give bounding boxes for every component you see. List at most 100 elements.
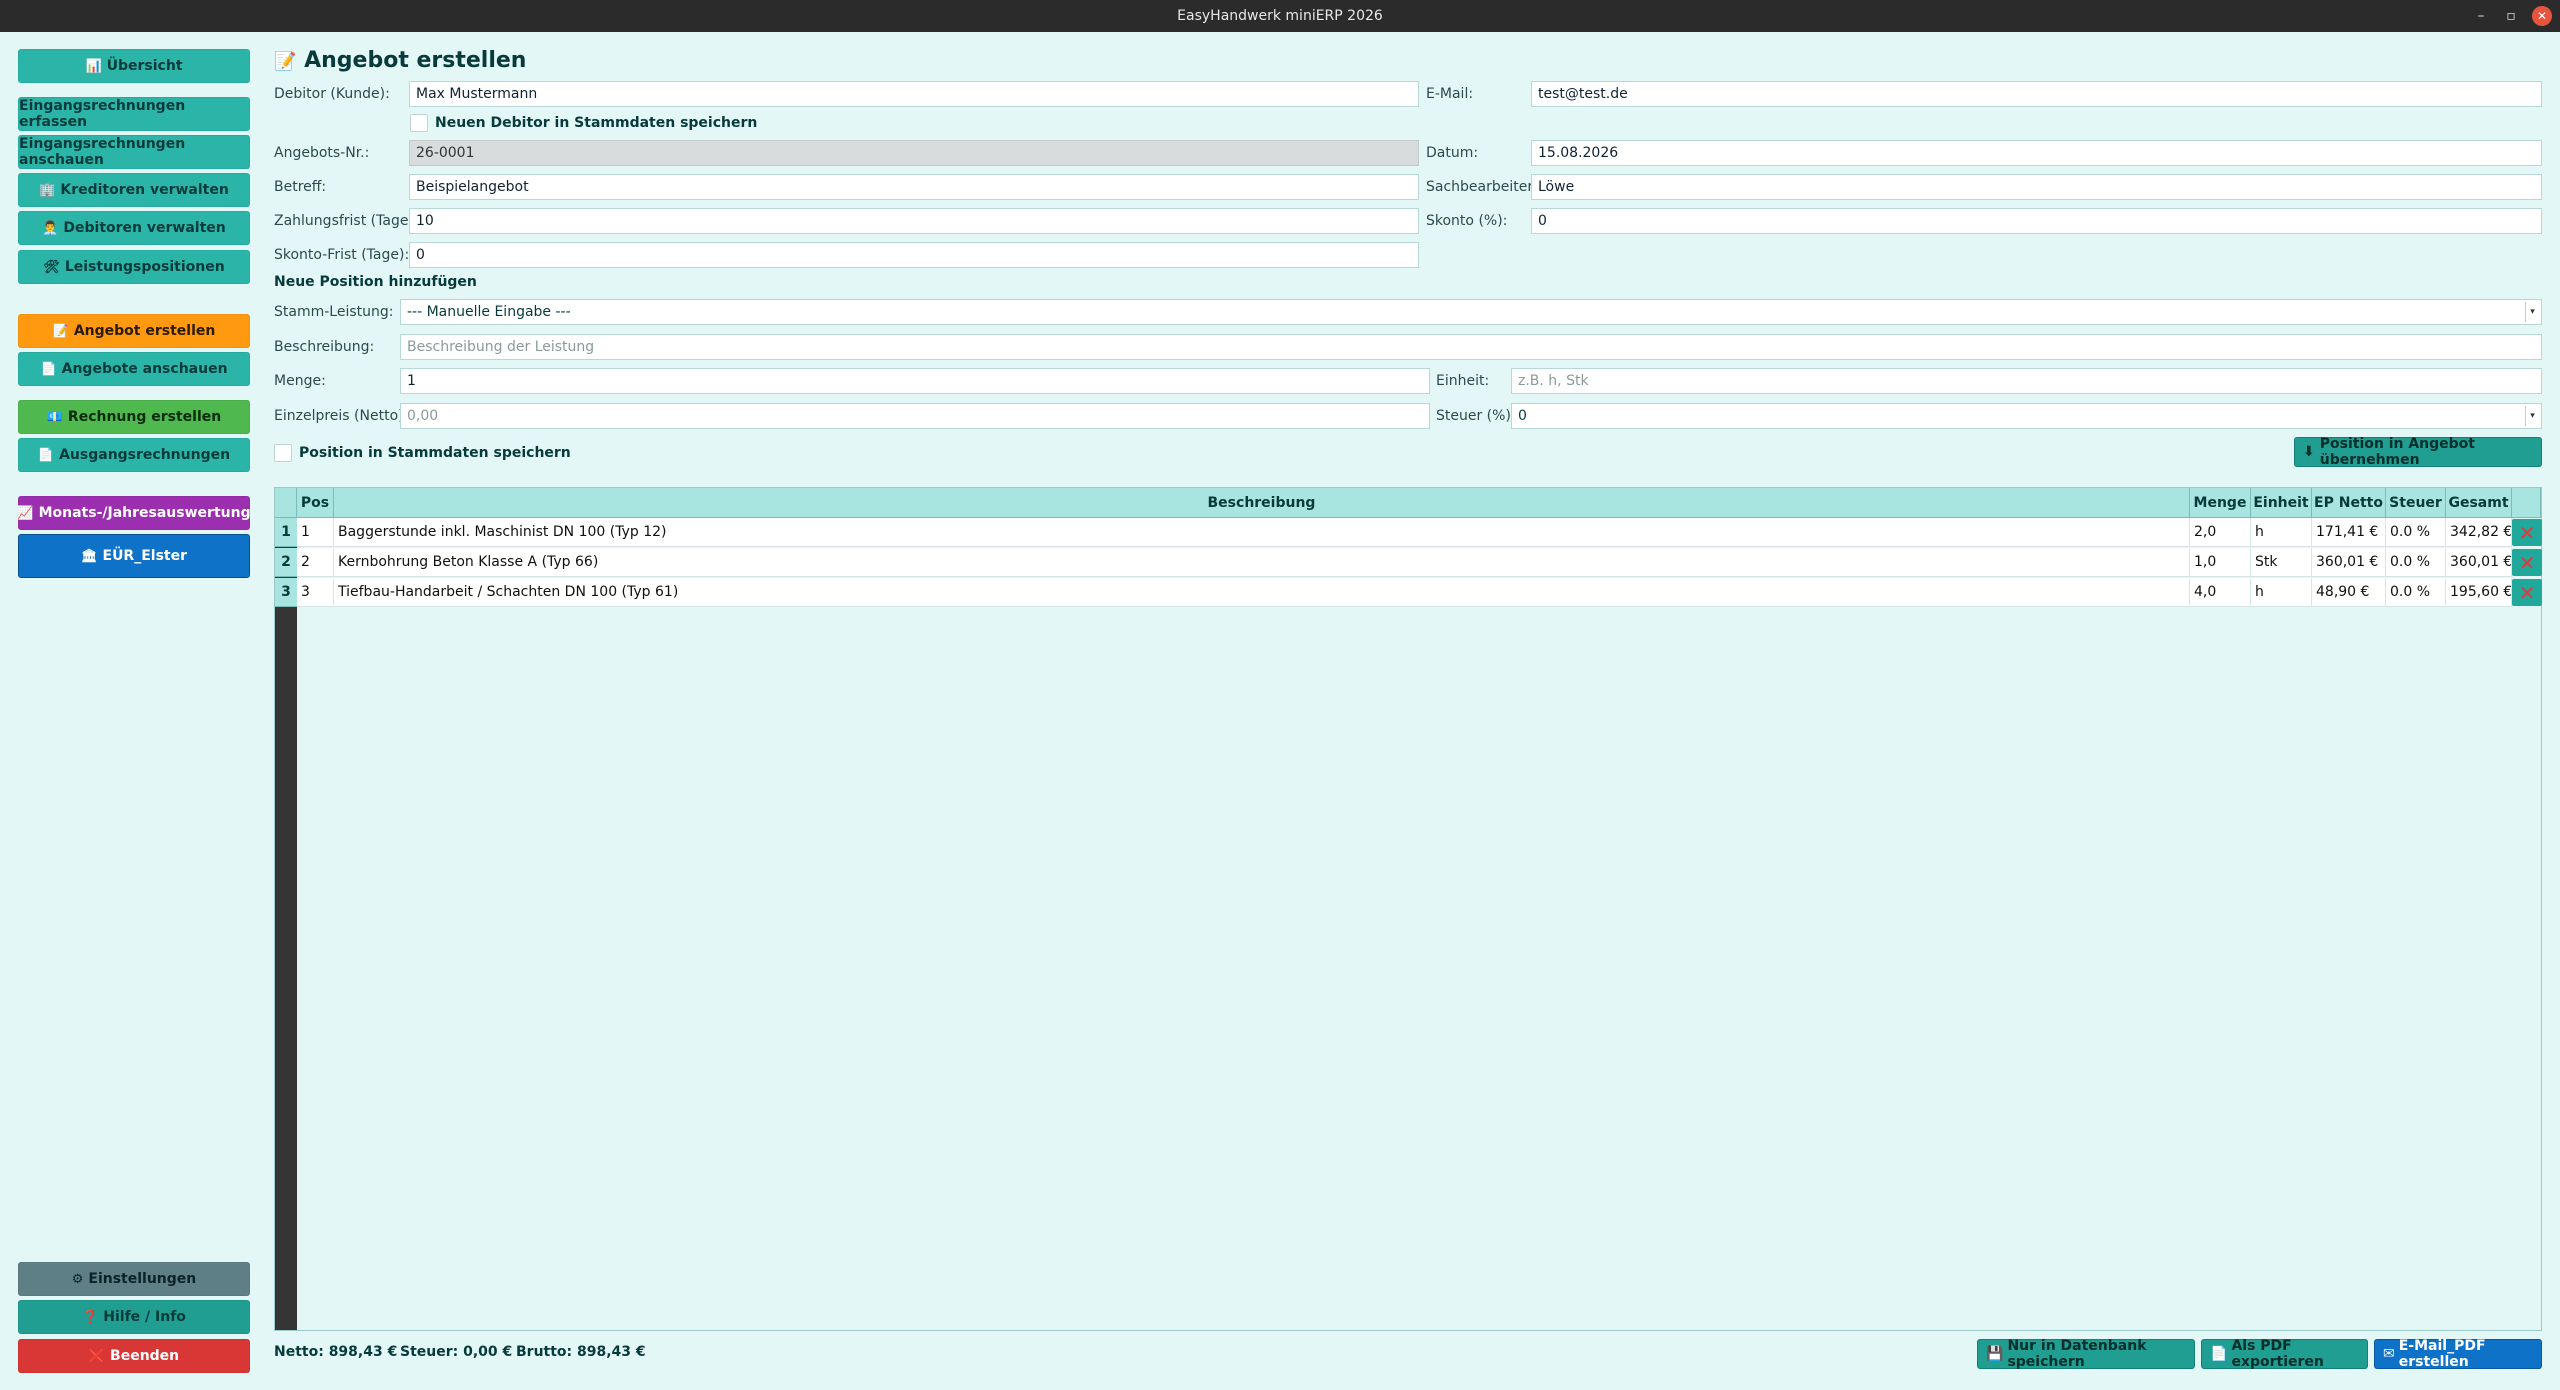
nav-eur-button[interactable]: 🏛 EÜR_Elster	[18, 534, 250, 578]
nav-outgoing-button[interactable]: 📄 Ausgangsrechnungen	[18, 438, 250, 472]
nav-incoming-view-button[interactable]: Eingangsrechnungen anschauen	[18, 135, 250, 169]
add-position-label: Position in Angebot übernehmen	[2319, 436, 2475, 468]
save-debtor-label: Neuen Debitor in Stammdaten speichern	[435, 115, 758, 131]
page-title-text: Angebot erstellen	[304, 48, 527, 73]
close-icon: ✕	[2518, 580, 2536, 605]
gear-icon: ⚙	[71, 1271, 84, 1287]
save-db-button[interactable]: 💾 Nur in Datenbank speichern	[1977, 1338, 2195, 1370]
delete-row-button[interactable]: ✕	[2512, 519, 2542, 546]
clerk-input[interactable]	[1531, 174, 2542, 200]
quantity-label: Menge:	[274, 373, 326, 389]
discount-input[interactable]	[1531, 208, 2542, 234]
table-row-header-column	[275, 488, 297, 1330]
date-label: Datum:	[1426, 145, 1479, 161]
save-debtor-checkbox[interactable]	[410, 114, 428, 132]
discount-label: Skonto (%):	[1426, 213, 1508, 229]
question-icon: ❓	[82, 1309, 99, 1325]
close-icon: ✕	[2518, 520, 2536, 545]
nav-incoming-capture-label: Eingangsrechnungen erfassen	[19, 98, 186, 130]
envelope-icon: ✉	[2383, 1346, 2395, 1362]
chart-icon: 📊	[85, 58, 102, 74]
building-icon: 🏢	[39, 182, 56, 198]
unit-input[interactable]	[1511, 368, 2542, 394]
total-tax: Steuer: 0,00 €	[400, 1344, 513, 1360]
email-pdf-button[interactable]: ✉ E-Mail_PDF erstellen	[2374, 1338, 2542, 1370]
row-number: 2	[275, 548, 297, 577]
export-pdf-label: Als PDF exportieren	[2231, 1338, 2324, 1370]
nav-settings-button[interactable]: ⚙ Einstellungen	[18, 1262, 250, 1296]
window-titlebar: EasyHandwerk miniERP 2026 – ▫ ✕	[0, 0, 2560, 32]
nav-offers-view-button[interactable]: 📄 Angebote anschauen	[18, 352, 250, 386]
subject-input[interactable]	[409, 174, 1419, 200]
minimize-icon[interactable]: –	[2466, 8, 2496, 24]
page-title: 📝 Angebot erstellen	[274, 48, 526, 73]
cross-icon: ❌	[88, 1348, 106, 1364]
nav-evaluation-label: Monats-/Jahresauswertung	[38, 505, 251, 521]
delete-row-button[interactable]: ✕	[2512, 579, 2542, 606]
offer-no-input	[409, 140, 1419, 166]
cell-unit: Stk	[2251, 548, 2312, 577]
email-input[interactable]	[1531, 81, 2542, 107]
nav-offer-create-button[interactable]: 📝 Angebot erstellen	[18, 314, 250, 348]
price-label: Einzelpreis (Netto):	[274, 408, 409, 424]
cell-unit: h	[2251, 578, 2312, 607]
money-icon: 💶	[46, 409, 63, 425]
col-header-ep-netto[interactable]: EP Netto	[2312, 488, 2386, 518]
person-icon: 👨‍💼	[42, 220, 59, 236]
nav-creditors-button[interactable]: 🏢 Kreditoren verwalten	[18, 173, 250, 207]
date-input[interactable]	[1531, 140, 2542, 166]
nav-services-label: Leistungspositionen	[64, 259, 225, 275]
email-label: E-Mail:	[1426, 86, 1474, 102]
nav-overview-button[interactable]: 📊 Übersicht	[18, 49, 250, 83]
clerk-label: Sachbearbeiter:	[1426, 179, 1538, 195]
cell-tax: 0.0 %	[2386, 578, 2446, 607]
master-service-select[interactable]: --- Manuelle Eingabe --- ▾	[400, 299, 2542, 325]
master-service-value: --- Manuelle Eingabe ---	[407, 304, 571, 320]
save-position-checkbox[interactable]	[274, 444, 292, 462]
debtor-input[interactable]	[409, 81, 1419, 107]
col-header-tax[interactable]: Steuer	[2386, 488, 2446, 518]
close-icon[interactable]: ✕	[2532, 6, 2552, 26]
nav-eur-label: EÜR_Elster	[102, 548, 188, 564]
nav-help-label: Hilfe / Info	[103, 1309, 186, 1325]
memo-icon: 📝	[52, 323, 69, 339]
chevron-down-icon: ▾	[2525, 406, 2539, 426]
close-icon: ✕	[2518, 550, 2536, 575]
discount-term-input[interactable]	[409, 242, 1419, 268]
tax-value: 0	[1518, 408, 1527, 424]
col-header-total[interactable]: Gesamt	[2446, 488, 2512, 518]
add-position-button[interactable]: ⬇ Position in Angebot übernehmen	[2294, 436, 2542, 468]
row-number: 1	[275, 518, 297, 547]
nav-services-button[interactable]: 🛠 Leistungspositionen	[18, 250, 250, 284]
cell-pos: 1	[297, 518, 334, 547]
col-header-pos[interactable]: Pos	[297, 488, 334, 518]
cell-tax: 0.0 %	[2386, 518, 2446, 547]
window-controls: – ▫ ✕	[2466, 0, 2552, 32]
nav-evaluation-button[interactable]: 📈 Monats-/Jahresauswertung	[17, 496, 251, 530]
maximize-icon[interactable]: ▫	[2496, 8, 2526, 24]
nav-offer-create-label: Angebot erstellen	[73, 323, 216, 339]
new-position-section-title: Neue Position hinzufügen	[274, 274, 477, 290]
memo-icon: 📝	[274, 51, 297, 72]
col-header-description[interactable]: Beschreibung	[334, 488, 2190, 518]
document-icon: 📄	[40, 361, 57, 377]
col-header-unit[interactable]: Einheit	[2251, 488, 2312, 518]
cell-total: 342,82 €	[2446, 518, 2512, 547]
nav-incoming-capture-button[interactable]: Eingangsrechnungen erfassen	[18, 97, 250, 131]
cell-ep-netto: 171,41 €	[2312, 518, 2386, 547]
export-pdf-button[interactable]: 📄 Als PDF exportieren	[2201, 1338, 2368, 1370]
tax-label: Steuer (%):	[1436, 408, 1516, 424]
nav-invoice-create-button[interactable]: 💶 Rechnung erstellen	[18, 400, 250, 434]
positions-table: Pos Beschreibung Menge Einheit EP Netto …	[274, 487, 2542, 1331]
description-input[interactable]	[400, 334, 2542, 360]
tax-select[interactable]: 0 ▾	[1511, 403, 2542, 429]
col-header-quantity[interactable]: Menge	[2190, 488, 2251, 518]
total-brutto: Brutto: 898,43 €	[516, 1344, 646, 1360]
quantity-input[interactable]	[400, 368, 1430, 394]
price-input[interactable]	[400, 403, 1430, 429]
nav-help-button[interactable]: ❓ Hilfe / Info	[18, 1300, 250, 1334]
delete-row-button[interactable]: ✕	[2512, 549, 2542, 576]
nav-quit-button[interactable]: ❌ Beenden	[18, 1339, 250, 1373]
payment-term-input[interactable]	[409, 208, 1419, 234]
nav-debtors-button[interactable]: 👨‍💼 Debitoren verwalten	[18, 211, 250, 245]
